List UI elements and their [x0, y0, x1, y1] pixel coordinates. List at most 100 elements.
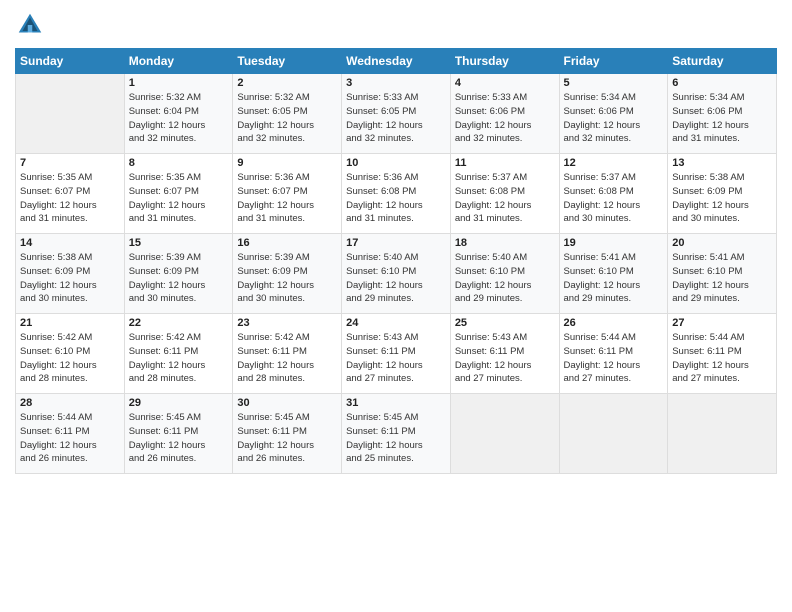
- day-info: Sunrise: 5:33 AMSunset: 6:06 PMDaylight:…: [455, 91, 555, 146]
- logo: [15, 10, 49, 40]
- header-row: SundayMondayTuesdayWednesdayThursdayFrid…: [16, 49, 777, 74]
- calendar-cell: 2 Sunrise: 5:32 AMSunset: 6:05 PMDaylight…: [233, 74, 342, 154]
- header-cell-wednesday: Wednesday: [342, 49, 451, 74]
- header-cell-friday: Friday: [559, 49, 668, 74]
- day-info: Sunrise: 5:34 AMSunset: 6:06 PMDaylight:…: [564, 91, 664, 146]
- day-number: 28: [20, 397, 120, 409]
- calendar-cell: 19 Sunrise: 5:41 AMSunset: 6:10 PMDayligh…: [559, 234, 668, 314]
- calendar-cell: 22 Sunrise: 5:42 AMSunset: 6:11 PMDayligh…: [124, 314, 233, 394]
- day-number: 13: [672, 157, 772, 169]
- day-number: 26: [564, 317, 664, 329]
- day-info: Sunrise: 5:36 AMSunset: 6:07 PMDaylight:…: [237, 171, 337, 226]
- day-info: Sunrise: 5:39 AMSunset: 6:09 PMDaylight:…: [129, 251, 229, 306]
- day-number: 19: [564, 237, 664, 249]
- calendar-cell: 24 Sunrise: 5:43 AMSunset: 6:11 PMDayligh…: [342, 314, 451, 394]
- day-number: 11: [455, 157, 555, 169]
- calendar-cell: 12 Sunrise: 5:37 AMSunset: 6:08 PMDayligh…: [559, 154, 668, 234]
- day-info: Sunrise: 5:44 AMSunset: 6:11 PMDaylight:…: [672, 331, 772, 386]
- calendar-cell: 25 Sunrise: 5:43 AMSunset: 6:11 PMDayligh…: [450, 314, 559, 394]
- calendar-cell: 29 Sunrise: 5:45 AMSunset: 6:11 PMDayligh…: [124, 394, 233, 474]
- page: SundayMondayTuesdayWednesdayThursdayFrid…: [0, 0, 792, 612]
- calendar-cell: 6Sunrise: 5:34 AMSunset: 6:06 PMDaylight…: [668, 74, 777, 154]
- day-number: 2: [237, 77, 337, 89]
- calendar-cell: 14 Sunrise: 5:38 AMSunset: 6:09 PMDayligh…: [16, 234, 125, 314]
- day-number: 9: [237, 157, 337, 169]
- day-info: Sunrise: 5:37 AMSunset: 6:08 PMDaylight:…: [455, 171, 555, 226]
- day-info: Sunrise: 5:35 AMSunset: 6:07 PMDaylight:…: [20, 171, 120, 226]
- day-number: 27: [672, 317, 772, 329]
- day-info: Sunrise: 5:43 AMSunset: 6:11 PMDaylight:…: [346, 331, 446, 386]
- day-info: Sunrise: 5:33 AMSunset: 6:05 PMDaylight:…: [346, 91, 446, 146]
- calendar-cell: 7 Sunrise: 5:35 AMSunset: 6:07 PMDaylight…: [16, 154, 125, 234]
- calendar-cell: 31Sunrise: 5:45 AMSunset: 6:11 PMDayligh…: [342, 394, 451, 474]
- day-info: Sunrise: 5:44 AMSunset: 6:11 PMDaylight:…: [564, 331, 664, 386]
- calendar-cell: 28 Sunrise: 5:44 AMSunset: 6:11 PMDayligh…: [16, 394, 125, 474]
- calendar-cell: 21Sunrise: 5:42 AMSunset: 6:10 PMDayligh…: [16, 314, 125, 394]
- calendar-cell: 23 Sunrise: 5:42 AMSunset: 6:11 PMDayligh…: [233, 314, 342, 394]
- header-cell-sunday: Sunday: [16, 49, 125, 74]
- calendar-cell: 1Sunrise: 5:32 AMSunset: 6:04 PMDaylight…: [124, 74, 233, 154]
- calendar-cell: 8Sunrise: 5:35 AMSunset: 6:07 PMDaylight…: [124, 154, 233, 234]
- week-row-4: 28 Sunrise: 5:44 AMSunset: 6:11 PMDayligh…: [16, 394, 777, 474]
- calendar-cell: 9 Sunrise: 5:36 AMSunset: 6:07 PMDaylight…: [233, 154, 342, 234]
- day-number: 20: [672, 237, 772, 249]
- day-number: 30: [237, 397, 337, 409]
- day-number: 29: [129, 397, 229, 409]
- day-number: 18: [455, 237, 555, 249]
- day-info: Sunrise: 5:37 AMSunset: 6:08 PMDaylight:…: [564, 171, 664, 226]
- calendar-cell: 10 Sunrise: 5:36 AMSunset: 6:08 PMDayligh…: [342, 154, 451, 234]
- logo-icon: [15, 10, 45, 40]
- calendar-cell: [668, 394, 777, 474]
- calendar-cell: 5 Sunrise: 5:34 AMSunset: 6:06 PMDaylight…: [559, 74, 668, 154]
- day-number: 22: [129, 317, 229, 329]
- day-info: Sunrise: 5:36 AMSunset: 6:08 PMDaylight:…: [346, 171, 446, 226]
- day-number: 8: [129, 157, 229, 169]
- day-number: 16: [237, 237, 337, 249]
- day-number: 5: [564, 77, 664, 89]
- calendar-cell: [559, 394, 668, 474]
- day-info: Sunrise: 5:44 AMSunset: 6:11 PMDaylight:…: [20, 411, 120, 466]
- day-info: Sunrise: 5:40 AMSunset: 6:10 PMDaylight:…: [346, 251, 446, 306]
- day-number: 1: [129, 77, 229, 89]
- day-number: 10: [346, 157, 446, 169]
- calendar-cell: 30 Sunrise: 5:45 AMSunset: 6:11 PMDayligh…: [233, 394, 342, 474]
- day-info: Sunrise: 5:34 AMSunset: 6:06 PMDaylight:…: [672, 91, 772, 146]
- header: [15, 10, 777, 40]
- day-info: Sunrise: 5:41 AMSunset: 6:10 PMDaylight:…: [564, 251, 664, 306]
- day-number: 3: [346, 77, 446, 89]
- calendar-cell: 15 Sunrise: 5:39 AMSunset: 6:09 PMDayligh…: [124, 234, 233, 314]
- day-info: Sunrise: 5:39 AMSunset: 6:09 PMDaylight:…: [237, 251, 337, 306]
- day-info: Sunrise: 5:42 AMSunset: 6:11 PMDaylight:…: [129, 331, 229, 386]
- day-info: Sunrise: 5:45 AMSunset: 6:11 PMDaylight:…: [129, 411, 229, 466]
- calendar-table: SundayMondayTuesdayWednesdayThursdayFrid…: [15, 48, 777, 474]
- day-info: Sunrise: 5:32 AMSunset: 6:05 PMDaylight:…: [237, 91, 337, 146]
- day-number: 25: [455, 317, 555, 329]
- calendar-cell: 11 Sunrise: 5:37 AMSunset: 6:08 PMDayligh…: [450, 154, 559, 234]
- day-number: 23: [237, 317, 337, 329]
- day-number: 12: [564, 157, 664, 169]
- day-info: Sunrise: 5:43 AMSunset: 6:11 PMDaylight:…: [455, 331, 555, 386]
- day-info: Sunrise: 5:40 AMSunset: 6:10 PMDaylight:…: [455, 251, 555, 306]
- day-number: 17: [346, 237, 446, 249]
- day-info: Sunrise: 5:42 AMSunset: 6:11 PMDaylight:…: [237, 331, 337, 386]
- calendar-cell: 3 Sunrise: 5:33 AMSunset: 6:05 PMDaylight…: [342, 74, 451, 154]
- day-number: 15: [129, 237, 229, 249]
- day-number: 4: [455, 77, 555, 89]
- day-number: 24: [346, 317, 446, 329]
- day-info: Sunrise: 5:42 AMSunset: 6:10 PMDaylight:…: [20, 331, 120, 386]
- calendar-cell: 4 Sunrise: 5:33 AMSunset: 6:06 PMDaylight…: [450, 74, 559, 154]
- day-number: 7: [20, 157, 120, 169]
- day-info: Sunrise: 5:38 AMSunset: 6:09 PMDaylight:…: [20, 251, 120, 306]
- day-info: Sunrise: 5:45 AMSunset: 6:11 PMDaylight:…: [346, 411, 446, 466]
- day-info: Sunrise: 5:38 AMSunset: 6:09 PMDaylight:…: [672, 171, 772, 226]
- calendar-cell: [450, 394, 559, 474]
- calendar-cell: 17 Sunrise: 5:40 AMSunset: 6:10 PMDayligh…: [342, 234, 451, 314]
- header-cell-saturday: Saturday: [668, 49, 777, 74]
- day-info: Sunrise: 5:45 AMSunset: 6:11 PMDaylight:…: [237, 411, 337, 466]
- week-row-1: 7 Sunrise: 5:35 AMSunset: 6:07 PMDaylight…: [16, 154, 777, 234]
- calendar-cell: 16 Sunrise: 5:39 AMSunset: 6:09 PMDayligh…: [233, 234, 342, 314]
- calendar-cell: 26 Sunrise: 5:44 AMSunset: 6:11 PMDayligh…: [559, 314, 668, 394]
- week-row-2: 14 Sunrise: 5:38 AMSunset: 6:09 PMDayligh…: [16, 234, 777, 314]
- day-number: 14: [20, 237, 120, 249]
- calendar-cell: 27 Sunrise: 5:44 AMSunset: 6:11 PMDayligh…: [668, 314, 777, 394]
